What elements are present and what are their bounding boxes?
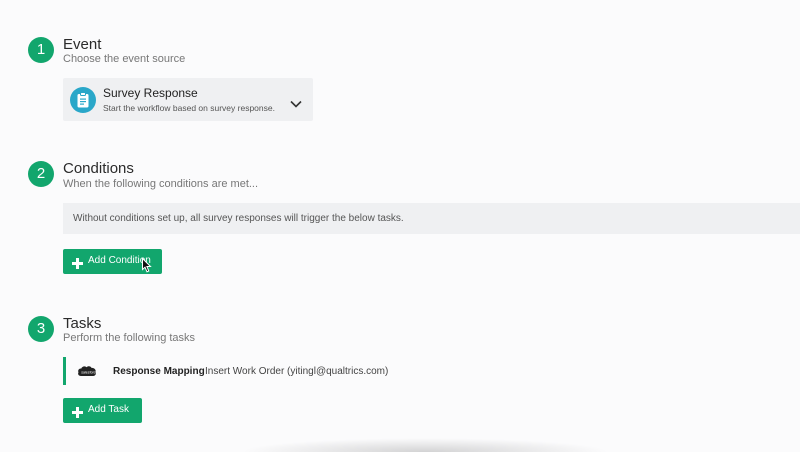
task-accent-bar [63, 357, 66, 385]
event-subtitle: Choose the event source [63, 53, 186, 65]
mouse-cursor-icon [142, 257, 152, 278]
no-conditions-notice-text: Without conditions set up, all survey re… [73, 213, 404, 224]
clipboard-icon [70, 87, 96, 113]
task-name: Response Mapping [113, 366, 205, 377]
task-description: Insert Work Order (yitingl@qualtrics.com… [205, 366, 389, 377]
svg-text:salesforce: salesforce [81, 370, 97, 374]
step-2-number: 2 [28, 161, 54, 187]
chevron-down-icon[interactable] [290, 95, 302, 113]
add-task-button[interactable]: Add Task [63, 398, 142, 423]
conditions-title: Conditions [63, 160, 134, 177]
no-conditions-notice: Without conditions set up, all survey re… [63, 203, 800, 234]
conditions-subtitle: When the following conditions are met... [63, 178, 259, 190]
event-source-description: Start the workflow based on survey respo… [103, 103, 275, 113]
event-source-dropdown[interactable]: Survey Response Start the workflow based… [63, 78, 313, 121]
salesforce-logo-icon: salesforce [77, 364, 98, 383]
event-title: Event [63, 36, 102, 53]
event-source-title: Survey Response [103, 86, 198, 100]
step-3-number: 3 [28, 316, 54, 342]
tasks-subtitle: Perform the following tasks [63, 332, 196, 344]
task-item[interactable]: salesforce Response Mapping Insert Work … [63, 357, 463, 385]
plus-icon [72, 256, 83, 274]
add-task-label: Add Task [88, 404, 129, 415]
plus-icon [72, 405, 83, 423]
tasks-title: Tasks [63, 315, 102, 332]
step-1-number: 1 [28, 37, 54, 63]
